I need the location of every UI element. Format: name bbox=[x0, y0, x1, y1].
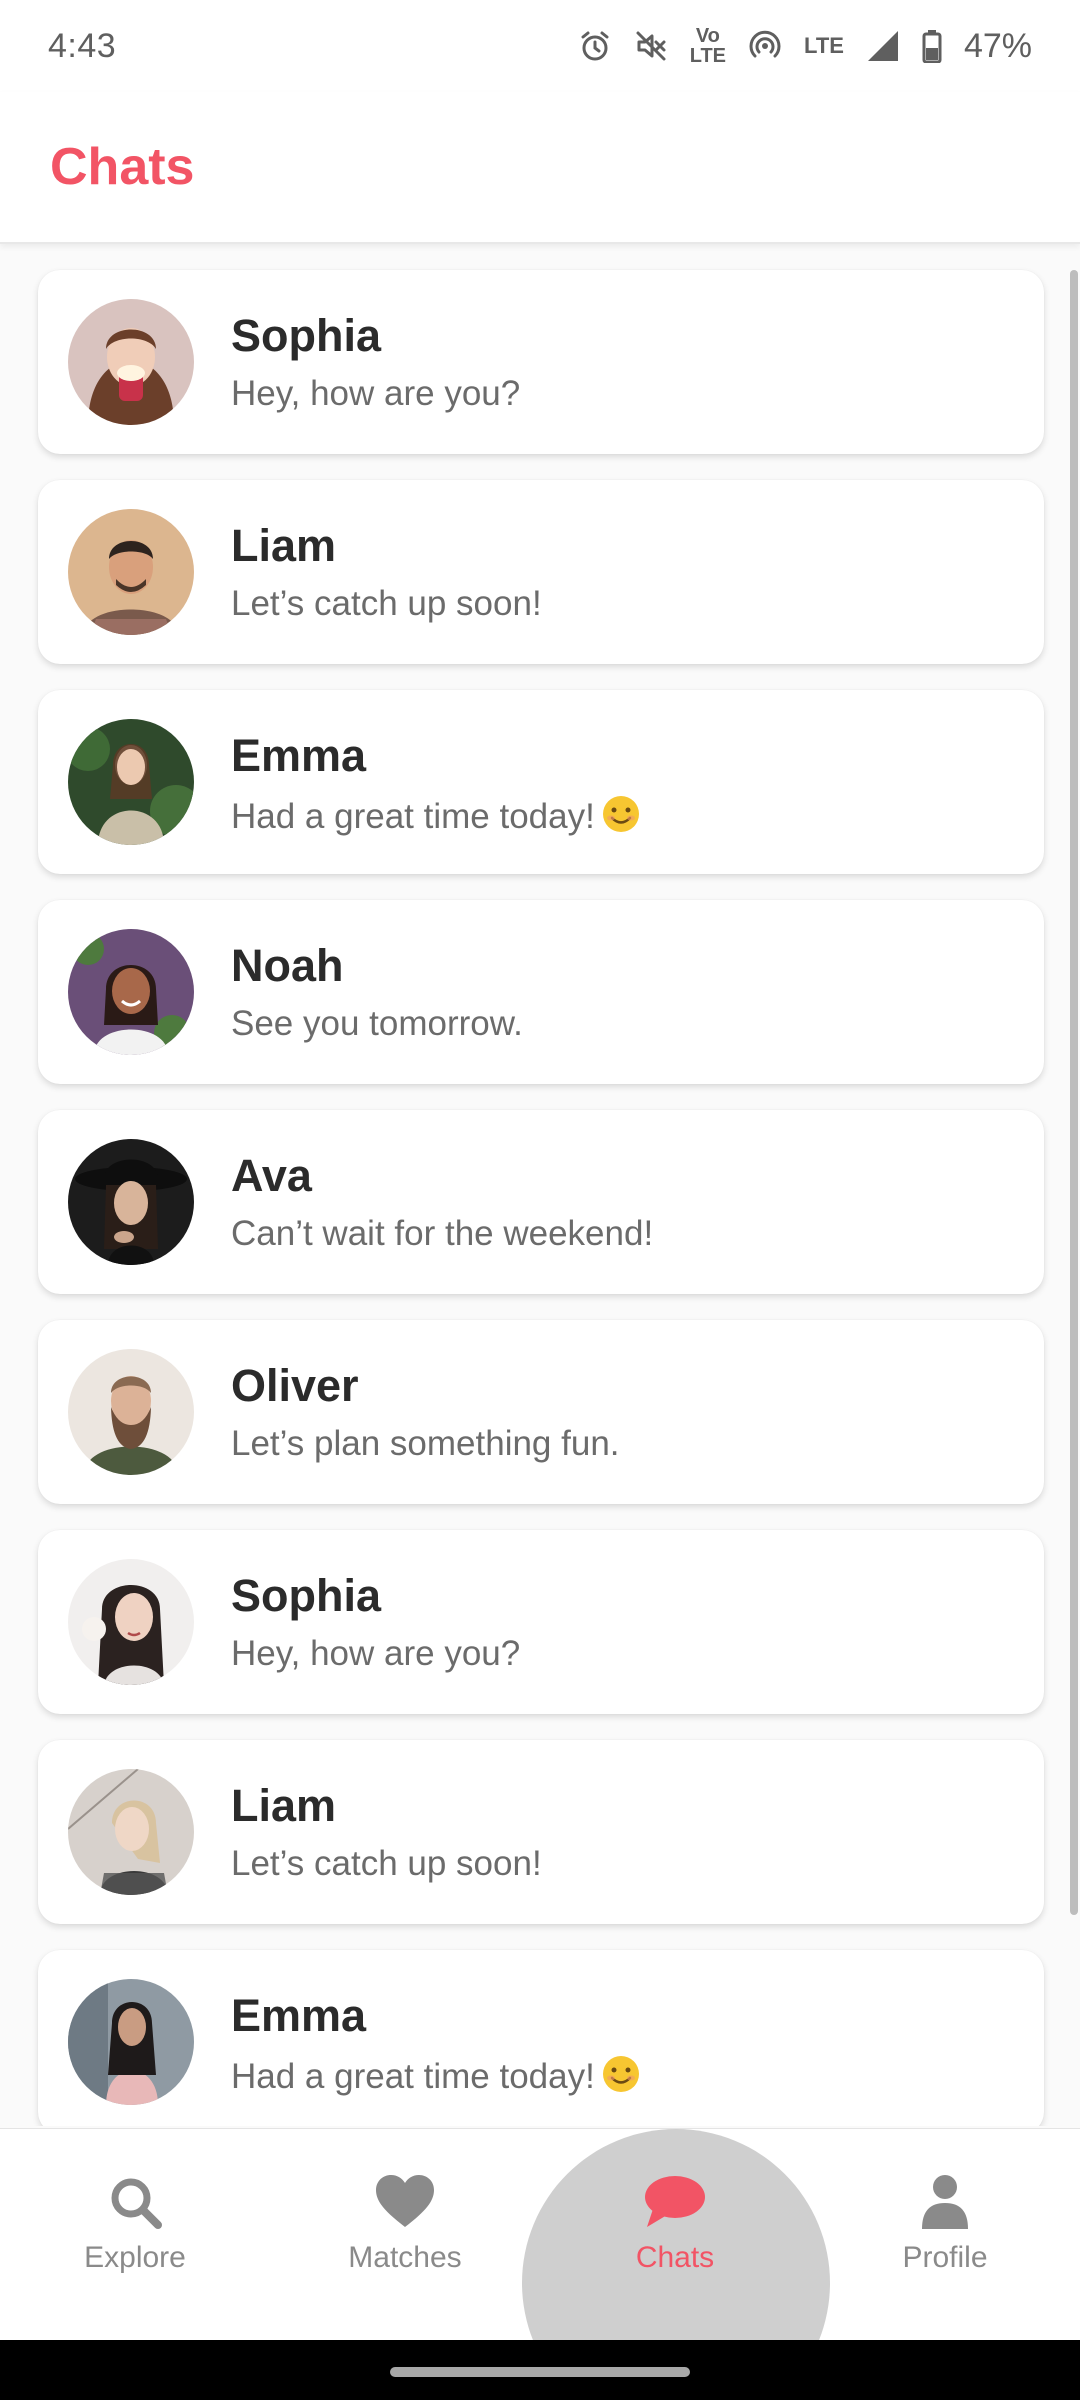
nav-label-matches: Matches bbox=[348, 2241, 462, 2274]
nav-label-chats: Chats bbox=[635, 2241, 715, 2274]
chat-message-text: Had a great time today! bbox=[231, 797, 595, 836]
chat-item[interactable]: Sophia Hey, how are you? bbox=[38, 270, 1044, 454]
chat-message-text: Can’t wait for the weekend! bbox=[231, 1214, 654, 1253]
chat-name: Sophia bbox=[231, 1570, 382, 1621]
chat-message-text: Hey, how are you? bbox=[231, 374, 521, 413]
status-time: 4:43 bbox=[48, 26, 117, 65]
chat-name: Noah bbox=[231, 940, 344, 991]
chat-last-message: See you tomorrow. bbox=[231, 1004, 523, 1044]
volte-icon: Vo LTE bbox=[690, 26, 726, 66]
nav-label-explore: Explore bbox=[84, 2241, 186, 2274]
smile-emoji-icon bbox=[601, 794, 641, 843]
chat-item[interactable]: Noah See you tomorrow. bbox=[38, 900, 1044, 1084]
chat-name: Ava bbox=[231, 1150, 312, 1201]
status-icons: Vo LTE LTE 47% bbox=[578, 26, 1032, 66]
bottom-nav: Explore Matches Chats Profile bbox=[0, 2128, 1080, 2340]
chat-last-message: Hey, how are you? bbox=[231, 374, 520, 414]
chat-last-message: Had a great time today! bbox=[231, 2054, 641, 2103]
chat-name: Sophia bbox=[231, 310, 382, 361]
nav-item-explore[interactable]: Explore bbox=[0, 2129, 270, 2340]
chat-message-text: Let’s catch up soon! bbox=[231, 584, 542, 623]
chat-message-text: See you tomorrow. bbox=[231, 1004, 523, 1043]
chat-last-message: Let’s catch up soon! bbox=[231, 1844, 542, 1884]
search-icon bbox=[106, 2173, 164, 2231]
chat-last-message: Had a great time today! bbox=[231, 794, 641, 843]
heart-icon bbox=[374, 2173, 436, 2231]
battery-icon bbox=[922, 29, 942, 63]
nav-item-matches[interactable]: Matches bbox=[270, 2129, 540, 2340]
chat-item[interactable]: Emma Had a great time today! bbox=[38, 690, 1044, 874]
chat-item[interactable]: Liam Let’s catch up soon! bbox=[38, 1740, 1044, 1924]
chat-bubble-icon bbox=[643, 2173, 707, 2231]
app-bar: Chats bbox=[0, 92, 1080, 244]
chat-item[interactable]: Oliver Let’s plan something fun. bbox=[38, 1320, 1044, 1504]
battery-percent: 47% bbox=[963, 26, 1032, 65]
chat-message-text: Let’s plan something fun. bbox=[231, 1424, 620, 1463]
volte-bottom-text: LTE bbox=[689, 45, 727, 67]
signal-icon bbox=[866, 29, 900, 63]
nav-label-profile: Profile bbox=[902, 2241, 988, 2274]
volte-top-text: Vo bbox=[695, 25, 720, 47]
nav-item-chats[interactable]: Chats bbox=[540, 2129, 810, 2340]
scrollbar[interactable] bbox=[1070, 270, 1078, 1915]
page-title: Chats bbox=[50, 138, 195, 196]
home-gesture-handle[interactable] bbox=[390, 2367, 690, 2377]
alarm-icon bbox=[578, 29, 612, 63]
avatar bbox=[68, 719, 194, 845]
chat-name: Emma bbox=[231, 1990, 367, 2041]
chat-item[interactable]: Liam Let’s catch up soon! bbox=[38, 480, 1044, 664]
chat-last-message: Hey, how are you? bbox=[231, 1634, 520, 1674]
avatar bbox=[68, 1979, 194, 2105]
chat-message-text: Had a great time today! bbox=[231, 2057, 595, 2096]
chat-message-text: Let’s catch up soon! bbox=[231, 1844, 542, 1883]
hotspot-icon bbox=[748, 29, 782, 63]
avatar bbox=[68, 1769, 194, 1895]
chat-last-message: Can’t wait for the weekend! bbox=[231, 1214, 653, 1254]
system-nav-bar bbox=[0, 2340, 1080, 2400]
avatar bbox=[68, 1559, 194, 1685]
chat-message-text: Hey, how are you? bbox=[231, 1634, 521, 1673]
avatar bbox=[68, 509, 194, 635]
chat-item[interactable]: Sophia Hey, how are you? bbox=[38, 1530, 1044, 1714]
chat-name: Oliver bbox=[231, 1360, 359, 1411]
chat-name: Emma bbox=[231, 730, 367, 781]
avatar bbox=[68, 299, 194, 425]
chat-item[interactable]: Ava Can’t wait for the weekend! bbox=[38, 1110, 1044, 1294]
chat-name: Liam bbox=[231, 520, 337, 571]
smile-emoji-icon bbox=[601, 2054, 641, 2103]
chat-list[interactable]: Sophia Hey, how are you? Liam Let’s catc… bbox=[0, 246, 1080, 2126]
person-icon bbox=[920, 2173, 970, 2231]
status-bar: 4:43 Vo LTE LTE 47% bbox=[0, 0, 1080, 92]
avatar bbox=[68, 1139, 194, 1265]
chat-last-message: Let’s plan something fun. bbox=[231, 1424, 620, 1464]
avatar bbox=[68, 929, 194, 1055]
mute-icon bbox=[634, 29, 668, 63]
chat-item[interactable]: Emma Had a great time today! bbox=[38, 1950, 1044, 2126]
chat-last-message: Let’s catch up soon! bbox=[231, 584, 542, 624]
chat-name: Liam bbox=[231, 1780, 337, 1831]
network-type: LTE bbox=[804, 33, 844, 58]
avatar bbox=[68, 1349, 194, 1475]
nav-item-profile[interactable]: Profile bbox=[810, 2129, 1080, 2340]
screen: 4:43 Vo LTE LTE 47% Chats Sophia Hey, ho… bbox=[0, 0, 1080, 2400]
